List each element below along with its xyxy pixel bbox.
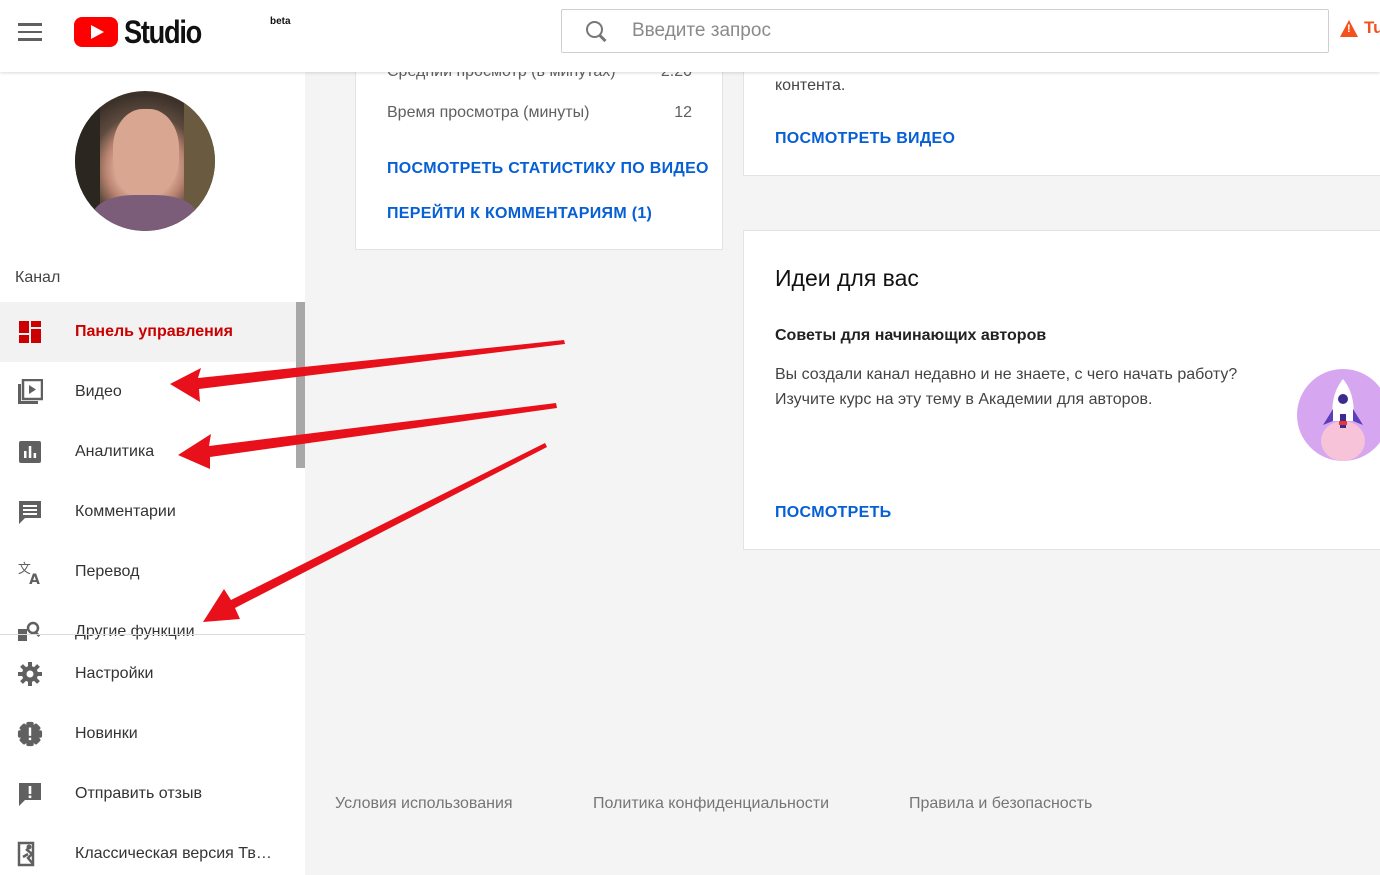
ideas-card-subtitle: Советы для начинающих авторов xyxy=(775,327,1047,344)
go-to-comments-link[interactable]: ПЕРЕЙТИ К КОММЕНТАРИЯМ (1) xyxy=(387,205,652,223)
sidebar-item-label: Отправить отзыв xyxy=(75,785,202,802)
sidebar-item-send-feedback[interactable]: Отправить отзыв xyxy=(0,764,305,824)
rocket-illustration-icon xyxy=(1297,369,1380,461)
dashboard-icon xyxy=(17,319,43,345)
video-library-icon xyxy=(17,379,43,405)
sidebar-item-comments[interactable]: Комментарии xyxy=(0,482,305,542)
video-stats-card: Средний просмотр (в минутах) 2:20 Время … xyxy=(355,50,723,250)
logo-text: Studio xyxy=(124,13,202,50)
search-box[interactable] xyxy=(561,9,1329,53)
warning-icon: ! xyxy=(1340,19,1358,37)
sidebar-item-classic-version[interactable]: Классическая версия Тв… xyxy=(0,824,305,875)
sidebar-item-label: Классическая версия Тв… xyxy=(75,845,272,862)
sidebar-item-label: Другие функции xyxy=(75,623,195,640)
translate-icon: 文A xyxy=(17,559,43,586)
content-card-text: контента. xyxy=(775,77,846,94)
sidebar-nav: Панель управления Видео Аналитика Коммен… xyxy=(0,302,305,662)
ideas-card-body-line: Вы создали канал недавно и не знаете, с … xyxy=(775,366,1238,383)
ideas-card-body-line: Изучите курс на эту тему в Академии для … xyxy=(775,391,1153,408)
channel-section-label: Канал xyxy=(15,269,61,286)
whats-new-icon xyxy=(17,721,43,747)
view-video-stats-link[interactable]: ПОСМОТРЕТЬ СТАТИСТИКУ ПО ВИДЕО xyxy=(387,160,709,178)
search-icon[interactable] xyxy=(584,19,608,43)
classic-version-icon xyxy=(17,841,43,867)
view-link[interactable]: ПОСМОТРЕТЬ xyxy=(775,504,891,522)
sidebar-item-translation[interactable]: 文A Перевод xyxy=(0,542,305,602)
sidebar-bottom-nav: Настройки Новинки Отправить отзыв Класси… xyxy=(0,644,305,875)
svg-text:A: A xyxy=(29,572,40,586)
sidebar-item-analytics[interactable]: Аналитика xyxy=(0,422,305,482)
sidebar-divider xyxy=(0,634,305,635)
sidebar-item-label: Аналитика xyxy=(75,443,155,460)
sidebar-scrollbar[interactable] xyxy=(296,302,305,468)
feedback-icon xyxy=(17,781,43,807)
sidebar-item-dashboard[interactable]: Панель управления xyxy=(0,302,305,362)
settings-icon xyxy=(17,661,43,687)
comments-icon xyxy=(17,499,43,525)
ideas-card-body: Вы создали канал недавно и не знаете, с … xyxy=(775,362,1275,412)
top-app-bar: Studio beta ! Tu xyxy=(0,0,1380,72)
sidebar: Канал Панель управления Видео Аналитика … xyxy=(0,72,305,875)
alert-text: Tu xyxy=(1364,18,1380,37)
other-features-icon xyxy=(17,619,43,645)
search-input[interactable] xyxy=(632,20,1292,42)
analytics-icon xyxy=(17,439,43,465)
sidebar-item-settings[interactable]: Настройки xyxy=(0,644,305,704)
beta-badge: beta xyxy=(270,16,291,27)
stat-value: 12 xyxy=(674,104,692,121)
watch-video-link[interactable]: ПОСМОТРЕТЬ ВИДЕО xyxy=(775,130,955,148)
stat-label: Время просмотра (минуты) xyxy=(387,104,590,121)
channel-avatar[interactable] xyxy=(75,91,215,231)
ideas-card: Идеи для вас Советы для начинающих автор… xyxy=(743,230,1380,550)
sidebar-item-label: Панель управления xyxy=(75,323,233,340)
policy-and-safety-link[interactable]: Правила и безопасность xyxy=(909,795,1092,813)
ideas-card-title: Идеи для вас xyxy=(775,265,919,291)
terms-of-service-link[interactable]: Условия использования xyxy=(335,795,513,813)
sidebar-item-videos[interactable]: Видео xyxy=(0,362,305,422)
sidebar-item-whats-new[interactable]: Новинки xyxy=(0,704,305,764)
sidebar-item-label: Комментарии xyxy=(75,503,176,520)
sidebar-item-label: Настройки xyxy=(75,665,154,682)
hamburger-menu-icon[interactable] xyxy=(14,18,46,46)
youtube-studio-logo[interactable]: Studio beta xyxy=(74,13,291,50)
alert-notice[interactable]: ! Tu xyxy=(1340,18,1380,38)
sidebar-item-label: Новинки xyxy=(75,725,138,742)
sidebar-item-label: Перевод xyxy=(75,563,140,580)
stat-row-watch-time: Время просмотра (минуты) 12 xyxy=(387,104,692,122)
youtube-play-icon xyxy=(74,17,118,47)
privacy-policy-link[interactable]: Политика конфиденциальности xyxy=(593,795,829,813)
sidebar-item-label: Видео xyxy=(75,383,122,400)
